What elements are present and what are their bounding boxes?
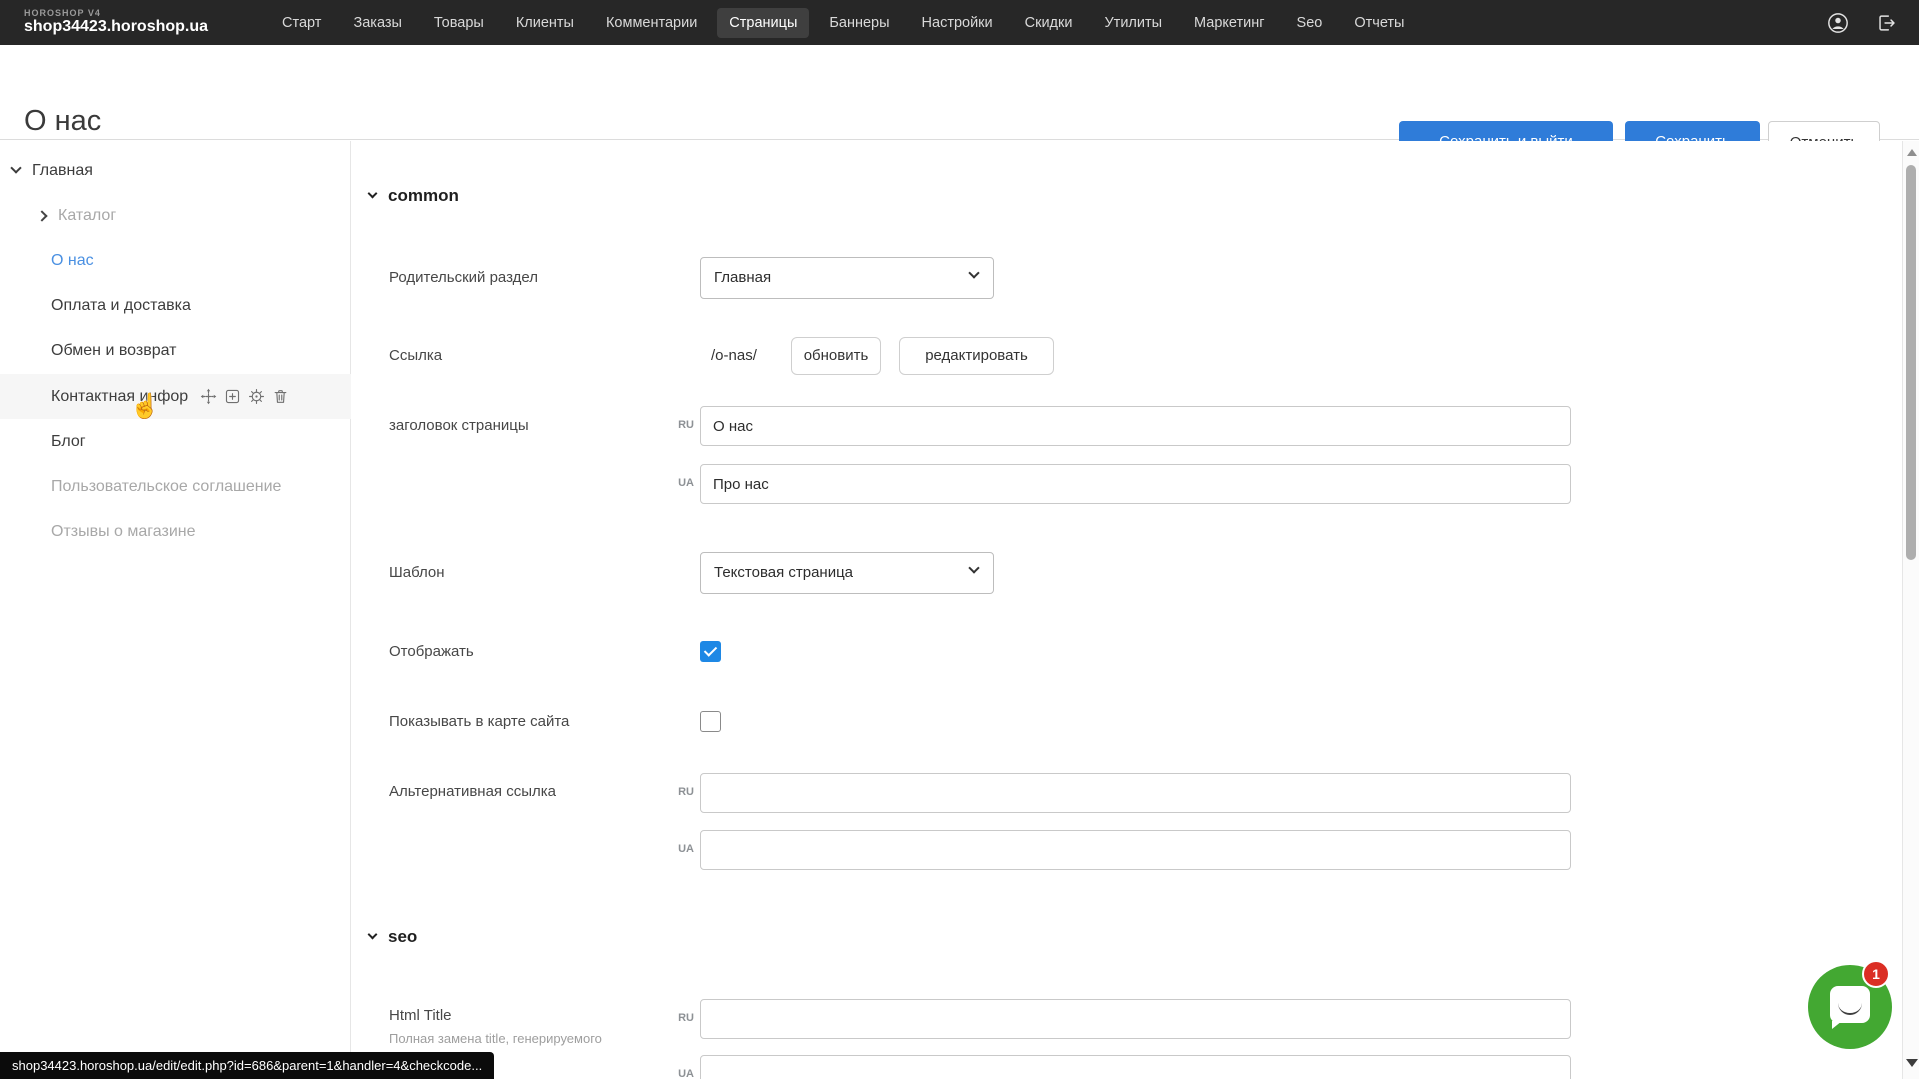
- chevron-down-icon: [968, 267, 979, 278]
- parent-section-select[interactable]: Главная: [700, 257, 994, 299]
- scroll-up-button[interactable]: [1907, 149, 1917, 156]
- add-page-icon[interactable]: [224, 388, 241, 405]
- template-label: Шаблон: [389, 564, 445, 581]
- lang-ua-badge: UA: [668, 843, 694, 855]
- top-navigation-bar: HOROSHOP V4 shop34423.horoshop.ua Старт …: [0, 0, 1919, 45]
- lang-ru-badge: RU: [668, 1012, 694, 1024]
- move-icon[interactable]: [200, 388, 217, 405]
- page-title-ru-input[interactable]: [700, 406, 1571, 446]
- chevron-down-icon: [968, 562, 979, 573]
- link-label: Ссылка: [389, 347, 442, 364]
- sidebar-item-kontaktnaya[interactable]: Контактная инфор: [0, 374, 351, 419]
- sidebar-item-oplata[interactable]: Оплата и доставка: [0, 283, 351, 328]
- parent-section-label: Родительский раздел: [389, 269, 538, 286]
- brand-domain: shop34423.horoshop.ua: [24, 19, 208, 36]
- chat-bubble-icon: [1830, 986, 1870, 1023]
- sitemap-label: Показывать в карте сайта: [389, 713, 569, 730]
- menu-start[interactable]: Старт: [270, 8, 333, 38]
- sitemap-checkbox[interactable]: [700, 711, 721, 732]
- lang-ru-badge: RU: [668, 419, 694, 431]
- alt-link-label: Альтернативная ссылка: [389, 783, 556, 800]
- sidebar-item-otzyvy[interactable]: Отзывы о магазине: [0, 509, 351, 554]
- sidebar-item-blog[interactable]: Блог: [0, 419, 351, 464]
- chevron-down-icon[interactable]: [10, 162, 21, 173]
- page-title: О нас: [24, 105, 101, 138]
- vertical-scrollbar[interactable]: [1902, 141, 1919, 1079]
- scrollbar-thumb[interactable]: [1906, 165, 1916, 560]
- display-label: Отображать: [389, 643, 474, 660]
- logout-icon[interactable]: [1875, 12, 1897, 34]
- sidebar-item-glavnaya[interactable]: Главная: [0, 148, 351, 193]
- display-checkbox[interactable]: [700, 641, 721, 662]
- page-edit-form: common Родительский раздел Главная Ссылк…: [352, 141, 1902, 1079]
- pages-tree-sidebar: Главная Каталог О нас Оплата и доставка …: [0, 141, 351, 1079]
- topbar-icons: [1827, 12, 1897, 34]
- status-url-tooltip: shop34423.horoshop.ua/edit/edit.php?id=6…: [0, 1052, 494, 1079]
- sidebar-item-o-nas[interactable]: О нас: [0, 238, 351, 283]
- section-common-toggle[interactable]: common: [369, 186, 459, 206]
- page-header: О нас Сохранить и выйти Сохранить Отмени…: [0, 45, 1919, 140]
- menu-banners[interactable]: Баннеры: [817, 8, 901, 38]
- edit-link-button[interactable]: редактировать: [899, 337, 1054, 375]
- lang-ru-badge: RU: [668, 786, 694, 798]
- menu-utilities[interactable]: Утилиты: [1092, 8, 1174, 38]
- section-seo-toggle[interactable]: seo: [369, 927, 417, 947]
- menu-orders[interactable]: Заказы: [341, 8, 413, 38]
- menu-reports[interactable]: Отчеты: [1342, 8, 1416, 38]
- scroll-down-button[interactable]: [1906, 1059, 1918, 1067]
- menu-clients[interactable]: Клиенты: [504, 8, 586, 38]
- page-title-ua-input[interactable]: [700, 464, 1571, 504]
- chevron-right-icon[interactable]: [36, 210, 47, 221]
- chevron-down-icon: [368, 930, 378, 940]
- sidebar-item-katalog[interactable]: Каталог: [0, 193, 351, 238]
- link-value: /o-nas/: [711, 347, 757, 364]
- chevron-down-icon: [368, 189, 378, 199]
- alt-link-ua-input[interactable]: [700, 830, 1571, 870]
- menu-settings[interactable]: Настройки: [910, 8, 1005, 38]
- menu-seo[interactable]: Seo: [1285, 8, 1335, 38]
- lang-ua-badge: UA: [668, 1068, 694, 1079]
- alt-link-ru-input[interactable]: [700, 773, 1571, 813]
- chat-unread-badge: 1: [1862, 960, 1890, 988]
- sidebar-item-soglashenie[interactable]: Пользовательское соглашение: [0, 464, 351, 509]
- update-link-button[interactable]: обновить: [791, 337, 881, 375]
- chat-smile-icon: [1838, 1003, 1862, 1015]
- main-menu: Старт Заказы Товары Клиенты Комментарии …: [270, 8, 1416, 38]
- settings-gear-icon[interactable]: [248, 388, 265, 405]
- menu-marketing[interactable]: Маркетинг: [1182, 8, 1277, 38]
- page: HOROSHOP V4 shop34423.horoshop.ua Старт …: [0, 0, 1919, 1079]
- page-title-label: заголовок страницы: [389, 417, 529, 434]
- delete-trash-icon[interactable]: [272, 388, 289, 405]
- account-icon[interactable]: [1827, 12, 1849, 34]
- menu-comments[interactable]: Комментарии: [594, 8, 709, 38]
- html-title-label: Html Title: [389, 1007, 452, 1024]
- html-title-ua-input[interactable]: [700, 1055, 1571, 1079]
- lang-ua-badge: UA: [668, 477, 694, 489]
- template-select[interactable]: Текстовая страница: [700, 552, 994, 594]
- menu-pages[interactable]: Страницы: [717, 8, 809, 38]
- sidebar-item-obmen[interactable]: Обмен и возврат: [0, 328, 351, 373]
- brand-logo[interactable]: HOROSHOP V4 shop34423.horoshop.ua: [24, 9, 208, 35]
- html-title-hint: Полная замена title, генерируемого: [389, 1031, 602, 1046]
- html-title-ru-input[interactable]: [700, 999, 1571, 1039]
- menu-discounts[interactable]: Скидки: [1013, 8, 1085, 38]
- tree-item-actions: [200, 388, 289, 405]
- menu-products[interactable]: Товары: [422, 8, 496, 38]
